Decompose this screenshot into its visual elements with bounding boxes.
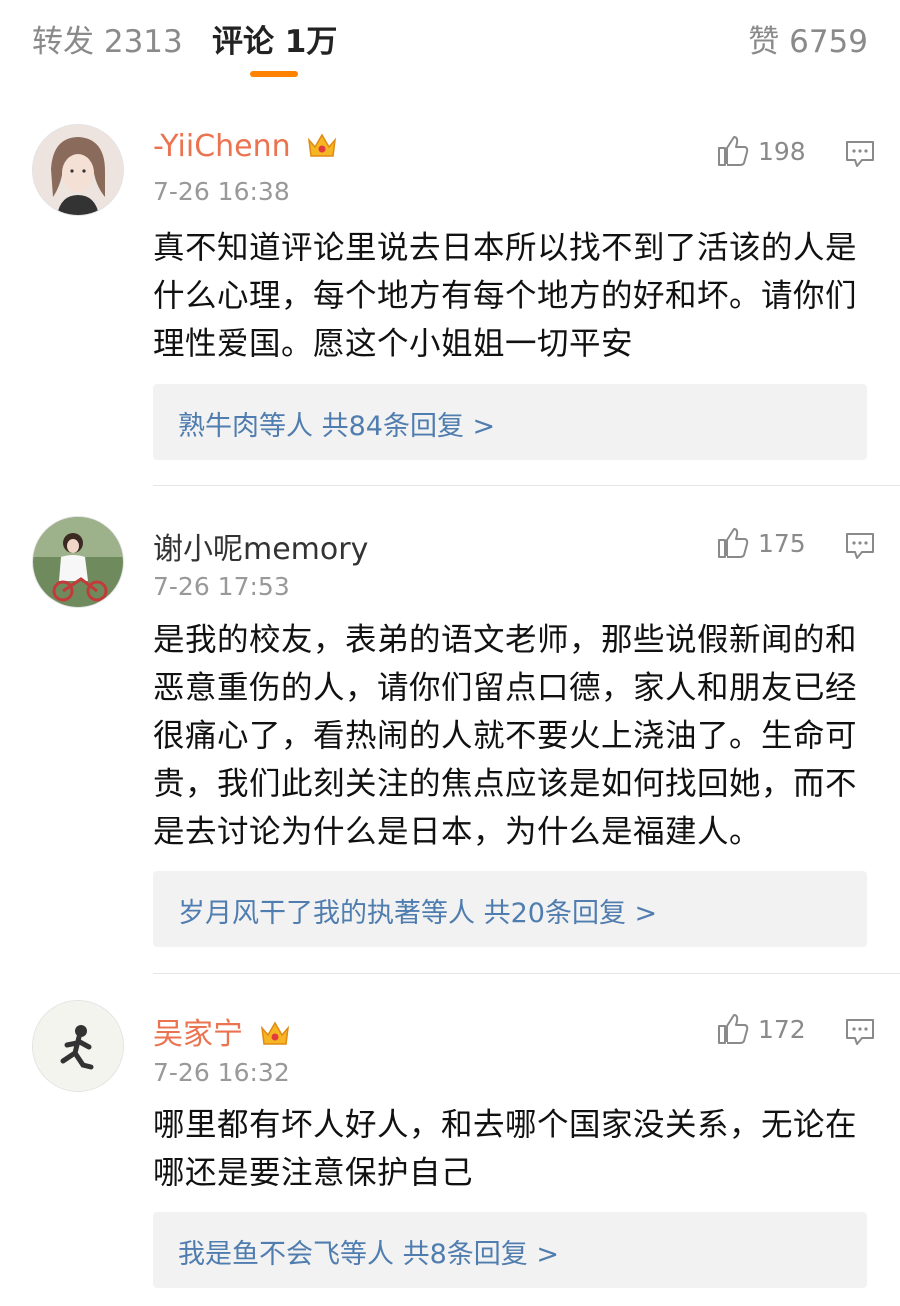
avatar[interactable] [32,1000,124,1092]
comment-item: -YiiChenn 7-26 16:38 198 真不知道评论里说去日本所以找不… [0,94,900,486]
avatar[interactable] [32,124,124,216]
username[interactable]: 谢小呢memory [153,524,368,568]
username-text[interactable]: 谢小呢memory [153,532,368,567]
tab-forward[interactable]: 转发 2313 [32,16,183,61]
reply-icon[interactable] [845,532,875,564]
avatar-image [33,517,123,607]
comment-text: 哪里都有坏人好人，和去哪个国家没关系，无论在哪还是要注意保护自己 [153,1107,858,1191]
username[interactable]: 吴家宁 [153,1009,291,1056]
replies-link[interactable]: 我是鱼不会飞等人 共8条回复 > [153,1212,867,1288]
like-count: 198 [758,137,806,166]
avatar[interactable] [32,516,124,608]
like-button[interactable]: 198 [716,134,806,168]
replies-link[interactable]: 熟牛肉等人 共84条回复 > [153,384,867,460]
replies-text[interactable]: 熟牛肉等人 共84条回复 > [178,404,495,443]
like-count: 175 [758,529,806,558]
active-tab-indicator [250,71,298,77]
comment-time: 7-26 17:53 [153,572,290,601]
avatar-image [33,125,123,215]
comment-text: 真不知道评论里说去日本所以找不到了活该的人是什么心理，每个地方有每个地方的好和坏… [153,230,858,362]
thumbs-up-icon [718,1014,749,1044]
replies-text[interactable]: 岁月风干了我的执著等人 共20条回复 > [178,891,657,930]
reply-icon[interactable] [845,140,875,172]
separator-strip [0,84,900,94]
replies-link[interactable]: 岁月风干了我的执著等人 共20条回复 > [153,871,867,947]
like-count: 172 [758,1015,806,1044]
comment-time: 7-26 16:38 [153,177,290,206]
vip-crown-icon [259,1018,291,1056]
thumbs-up-icon [718,528,749,558]
tab-likes[interactable]: 赞 6759 [748,16,868,61]
tab-comments[interactable]: 评论 1万 [212,16,337,61]
thumbs-up-icon [718,136,749,166]
replies-text[interactable]: 我是鱼不会飞等人 共8条回复 > [178,1232,559,1271]
comment-item: 吴家宁 7-26 16:32 172 哪里都有坏人好人，和去哪个国家没关系，无论… [0,974,900,1306]
comment-tabs: 转发 2313 评论 1万 赞 6759 [0,0,900,85]
username-text[interactable]: -YiiChenn [153,129,291,164]
comment-item: 谢小呢memory 7-26 17:53 175 是我的校友，表弟的语文老师，那… [0,486,900,974]
like-button[interactable]: 175 [716,526,806,560]
username-text[interactable]: 吴家宁 [153,1017,243,1052]
username[interactable]: -YiiChenn [153,129,338,168]
reply-icon[interactable] [845,1018,875,1050]
avatar-image [33,1001,123,1091]
comment-text: 是我的校友，表弟的语文老师，那些说假新闻的和恶意重伤的人，请你们留点口德，家人和… [153,622,858,850]
like-button[interactable]: 172 [716,1012,806,1046]
comment-time: 7-26 16:32 [153,1058,290,1087]
vip-crown-icon [306,130,338,168]
